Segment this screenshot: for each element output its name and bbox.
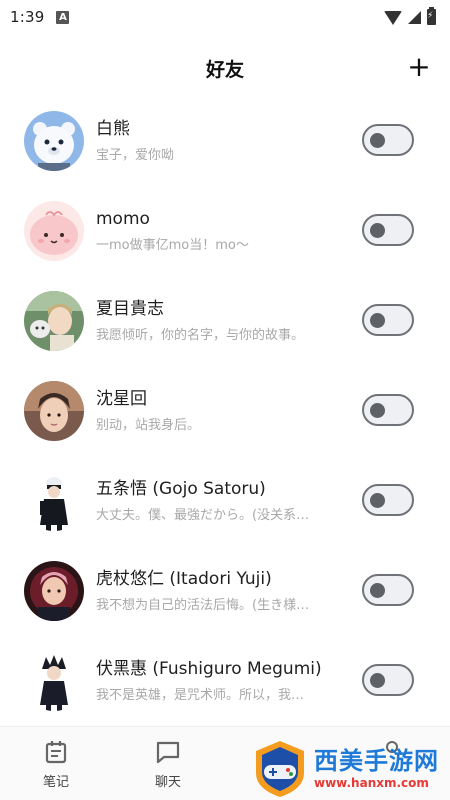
friend-text: 伏黑惠 (Fushiguro Megumi) 我不是英雄，是咒术师。所以，我… (96, 658, 348, 705)
toggle-knob (370, 673, 385, 688)
friend-bio: 我愿倾听，你的名字，与你的故事。 (96, 327, 305, 343)
friend-text: momo 一mo做事亿mo当！mo～ (96, 208, 348, 255)
friend-row[interactable]: 伏黑惠 (Fushiguro Megumi) 我不是英雄，是咒术师。所以，我… (0, 636, 450, 726)
toggle-knob (370, 493, 385, 508)
friend-bio: 别动，站我身后。 (96, 417, 201, 433)
friend-row[interactable]: 夏目貴志 我愿倾听，你的名字，与你的故事。 (0, 276, 450, 366)
itadori-avatar-image (24, 561, 84, 621)
avatar (24, 561, 84, 621)
friend-row[interactable]: 白熊 宝子，爱你呦 (0, 96, 450, 186)
watermark: 西美手游网 www.hanxm.com (250, 738, 448, 800)
notes-icon (43, 739, 69, 765)
toggle-knob (370, 313, 385, 328)
avatar (24, 201, 84, 261)
friend-bio: 一mo做事亿mo当！mo～ (96, 237, 249, 253)
friend-name: 伏黑惠 (Fushiguro Megumi) (96, 658, 322, 679)
friend-toggle[interactable] (362, 124, 414, 156)
pink-blob-avatar-image (24, 201, 84, 261)
avatar (24, 651, 84, 711)
toggle-knob (370, 133, 385, 148)
page-title: 好友 (205, 58, 244, 81)
watermark-text: 西美手游网 www.hanxm.com (314, 747, 439, 791)
friend-row[interactable]: 五条悟 (Gojo Satoru) 大丈夫。僕、最強だから。(没关系… (0, 456, 450, 546)
friend-text: 虎杖悠仁 (Itadori Yuji) 我不想为自己的活法后悔。(生き様… (96, 568, 348, 615)
avatar (24, 471, 84, 531)
friend-toggle[interactable] (362, 214, 414, 246)
shen-xinghui-avatar-image (24, 381, 84, 441)
friend-bio: 我不是英雄，是咒术师。所以，我… (96, 687, 305, 703)
status-time: 1:39 (10, 8, 45, 26)
notification-icon: A (56, 10, 70, 24)
battery-icon (427, 7, 436, 25)
friend-bio: 我不想为自己的活法后悔。(生き様… (96, 597, 310, 613)
nav-item-chat[interactable]: 聊天 (112, 727, 224, 800)
friend-text: 五条悟 (Gojo Satoru) 大丈夫。僕、最強だから。(没关系… (96, 478, 348, 525)
friend-name: 沈星回 (96, 388, 147, 409)
nav-label-notes: 笔记 (42, 775, 69, 790)
friend-toggle[interactable] (362, 664, 414, 696)
friend-name: 五条悟 (Gojo Satoru) (96, 478, 266, 499)
gamepad-badge-icon (256, 741, 304, 797)
wifi-icon (384, 11, 402, 25)
friend-text: 白熊 宝子，爱你呦 (96, 118, 348, 165)
toggle-knob (370, 223, 385, 238)
avatar (24, 291, 84, 351)
friend-name: 虎杖悠仁 (Itadori Yuji) (96, 568, 272, 589)
natsume-avatar-image (24, 291, 84, 351)
watermark-title: 西美手游网 (314, 747, 439, 775)
friend-bio: 宝子，爱你呦 (96, 147, 175, 163)
friend-toggle[interactable] (362, 484, 414, 516)
avatar (24, 381, 84, 441)
friend-toggle[interactable] (362, 304, 414, 336)
nav-label-chat: 聊天 (154, 775, 181, 790)
polar-bear-avatar-image (24, 111, 84, 171)
toggle-knob (370, 403, 385, 418)
friend-name: momo (96, 208, 150, 229)
friend-text: 夏目貴志 我愿倾听，你的名字，与你的故事。 (96, 298, 348, 345)
friend-toggle[interactable] (362, 394, 414, 426)
nav-item-notes[interactable]: 笔记 (0, 727, 112, 800)
app-header: 好友 + (0, 40, 450, 96)
friend-text: 沈星回 别动，站我身后。 (96, 388, 348, 435)
friend-row[interactable]: 虎杖悠仁 (Itadori Yuji) 我不想为自己的活法后悔。(生き様… (0, 546, 450, 636)
toggle-knob (370, 583, 385, 598)
friend-row[interactable]: momo 一mo做事亿mo当！mo～ (0, 186, 450, 276)
friend-list: 白熊 宝子，爱你呦 momo 一mo做事亿mo当！mo～ 夏目貴志 我愿倾听，你… (0, 96, 450, 726)
chat-icon (155, 739, 181, 765)
gojo-avatar-image (24, 471, 84, 531)
friend-name: 白熊 (96, 118, 130, 139)
friend-row[interactable]: 沈星回 别动，站我身后。 (0, 366, 450, 456)
status-bar: 1:39 A (0, 0, 450, 34)
friend-bio: 大丈夫。僕、最強だから。(没关系… (96, 507, 310, 523)
status-icons (384, 7, 436, 25)
avatar (24, 111, 84, 171)
add-friend-button[interactable]: + (406, 53, 432, 81)
watermark-url: www.hanxm.com (314, 776, 429, 790)
friend-toggle[interactable] (362, 574, 414, 606)
signal-icon (408, 10, 421, 24)
friend-name: 夏目貴志 (96, 298, 164, 319)
fushiguro-avatar-image (24, 651, 84, 711)
